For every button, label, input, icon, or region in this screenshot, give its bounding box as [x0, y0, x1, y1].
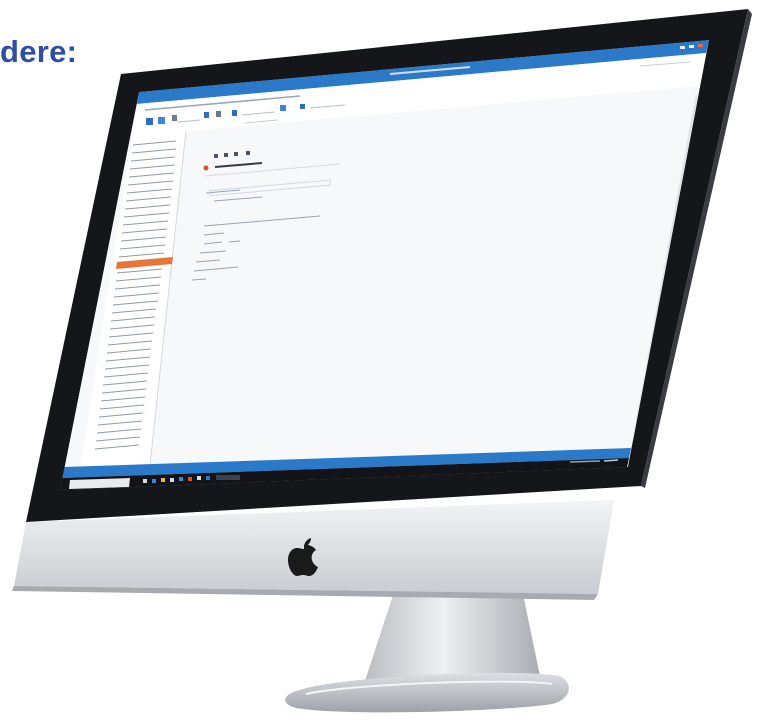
record-action-icon-1[interactable]: [214, 154, 218, 158]
imac-illustration: [12, 9, 752, 713]
taskbar-app-1[interactable]: [143, 479, 147, 483]
ribbon-icon-4[interactable]: [204, 112, 209, 118]
imac-stand: [285, 580, 569, 713]
ribbon-icon-8[interactable]: [300, 104, 305, 109]
ribbon-icon-2[interactable]: [158, 117, 165, 124]
record-action-icon-2[interactable]: [224, 153, 228, 157]
ribbon-icon-7[interactable]: [280, 105, 286, 111]
record-status-icon: [203, 165, 209, 171]
taskbar-clock: [603, 459, 619, 462]
taskbar-app-2[interactable]: [152, 479, 156, 483]
taskbar-app-8[interactable]: [206, 476, 210, 480]
ribbon-icon-1[interactable]: [146, 118, 153, 125]
ribbon-icon-6[interactable]: [232, 110, 237, 116]
taskbar-app-7[interactable]: [197, 476, 201, 480]
taskbar-active-app[interactable]: [216, 475, 240, 480]
record-action-icon-3[interactable]: [234, 152, 238, 156]
ribbon-icon-3[interactable]: [172, 115, 177, 121]
taskbar-app-3[interactable]: [161, 478, 165, 482]
app-screen: [60, 40, 709, 490]
ribbon-icon-5[interactable]: [216, 111, 221, 117]
record-action-icon-4[interactable]: [246, 151, 250, 155]
taskbar-app-4[interactable]: [170, 478, 174, 482]
taskbar-app-5[interactable]: [179, 477, 183, 481]
taskbar-app-6[interactable]: [188, 477, 192, 481]
